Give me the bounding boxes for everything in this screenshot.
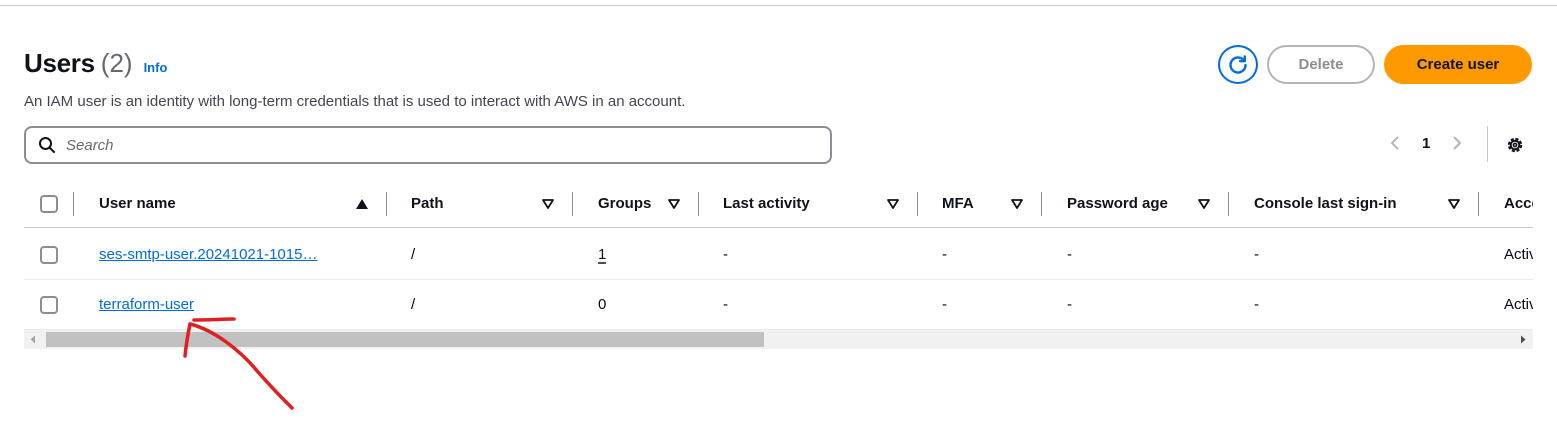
page-header: Users (2) Info: [24, 48, 167, 79]
column-divider: [572, 192, 573, 216]
current-page-number[interactable]: 1: [1422, 135, 1430, 152]
sort-ascending-icon[interactable]: [355, 197, 369, 211]
column-header-groups[interactable]: Groups: [598, 180, 664, 227]
access-key-cell: Active: [1504, 246, 1533, 263]
search-placeholder: Search: [66, 136, 114, 154]
select-all-cell: [40, 180, 58, 227]
page-description: An IAM user is an identity with long-ter…: [24, 93, 686, 110]
table-header-row: User name Path Groups Last activity MFA …: [24, 180, 1533, 228]
info-link[interactable]: Info: [144, 60, 168, 75]
column-header-access-key[interactable]: Access key ID: [1504, 180, 1533, 227]
user-name-link[interactable]: ses-smtp-user.20241021-1015…: [99, 246, 317, 263]
delete-button[interactable]: Delete: [1267, 45, 1375, 84]
users-table: User name Path Groups Last activity MFA …: [24, 180, 1533, 350]
preferences-button[interactable]: [1504, 134, 1526, 156]
gear-icon: [1507, 137, 1523, 153]
scrollbar-thumb[interactable]: [46, 332, 764, 347]
row-select-cell: [40, 230, 58, 279]
search-input[interactable]: Search: [24, 126, 832, 164]
mfa-cell: -: [942, 296, 947, 313]
row-checkbox[interactable]: [40, 295, 58, 314]
access-key-cell: Active: [1504, 296, 1533, 313]
user-name-cell: ses-smtp-user.20241021-1015…: [99, 230, 317, 279]
password-age-cell: -: [1067, 296, 1072, 313]
column-divider: [386, 192, 387, 216]
column-header-password-age[interactable]: Password age: [1067, 180, 1168, 227]
table-row[interactable]: ses-smtp-user.20241021-1015… / 1 - - - -…: [24, 230, 1533, 280]
user-name-cell: terraform-user: [99, 280, 194, 329]
column-divider: [73, 192, 74, 216]
column-divider: [1041, 192, 1042, 216]
sort-icon[interactable]: [1197, 197, 1211, 211]
column-header-mfa[interactable]: MFA: [942, 180, 974, 227]
row-checkbox[interactable]: [40, 245, 58, 264]
row-select-cell: [40, 280, 58, 329]
column-header-user-name[interactable]: User name: [99, 180, 176, 227]
last-activity-cell: -: [723, 246, 728, 263]
previous-page-button[interactable]: [1386, 133, 1404, 153]
search-icon: [39, 137, 55, 153]
console-last-sign-in-cell: -: [1254, 296, 1259, 313]
sort-icon[interactable]: [886, 197, 900, 211]
column-header-last-activity[interactable]: Last activity: [723, 180, 810, 227]
column-header-console-last-sign-in[interactable]: Console last sign-in: [1254, 180, 1397, 227]
top-divider: [0, 5, 1557, 6]
column-divider: [917, 192, 918, 216]
select-all-checkbox[interactable]: [40, 194, 58, 213]
create-user-button[interactable]: Create user: [1384, 45, 1532, 84]
sort-icon[interactable]: [541, 197, 555, 211]
mfa-cell: -: [942, 246, 947, 263]
groups-cell: 0: [598, 296, 607, 313]
header-actions: Delete Create user: [1218, 45, 1532, 84]
column-header-path[interactable]: Path: [411, 180, 444, 227]
refresh-button[interactable]: [1218, 45, 1258, 84]
console-last-sign-in-cell: -: [1254, 246, 1259, 263]
last-activity-cell: -: [723, 296, 728, 313]
refresh-icon: [1229, 54, 1247, 74]
pagination: 1: [1386, 133, 1466, 153]
groups-cell: 1: [598, 230, 606, 279]
column-divider: [698, 192, 699, 216]
next-page-button[interactable]: [1448, 133, 1466, 153]
column-divider: [1228, 192, 1229, 216]
path-cell: /: [411, 296, 416, 313]
horizontal-scrollbar[interactable]: [24, 330, 1533, 349]
chevron-left-icon: [1390, 136, 1399, 150]
sort-icon[interactable]: [1010, 197, 1024, 211]
pagination-divider: [1487, 126, 1488, 162]
page-title: Users: [24, 48, 95, 78]
scroll-right-arrow-icon[interactable]: [1519, 335, 1527, 344]
table-row[interactable]: terraform-user / 0 - - - - Active: [24, 280, 1533, 330]
password-age-cell: -: [1067, 246, 1072, 263]
chevron-right-icon: [1453, 136, 1462, 150]
user-name-link[interactable]: terraform-user: [99, 296, 194, 313]
groups-count[interactable]: 1: [598, 246, 606, 263]
sort-icon[interactable]: [1447, 197, 1461, 211]
sort-icon[interactable]: [667, 197, 681, 211]
scroll-left-arrow-icon[interactable]: [29, 335, 37, 344]
user-count: (2): [100, 48, 133, 78]
path-cell: /: [411, 246, 416, 263]
column-divider: [1478, 192, 1479, 216]
